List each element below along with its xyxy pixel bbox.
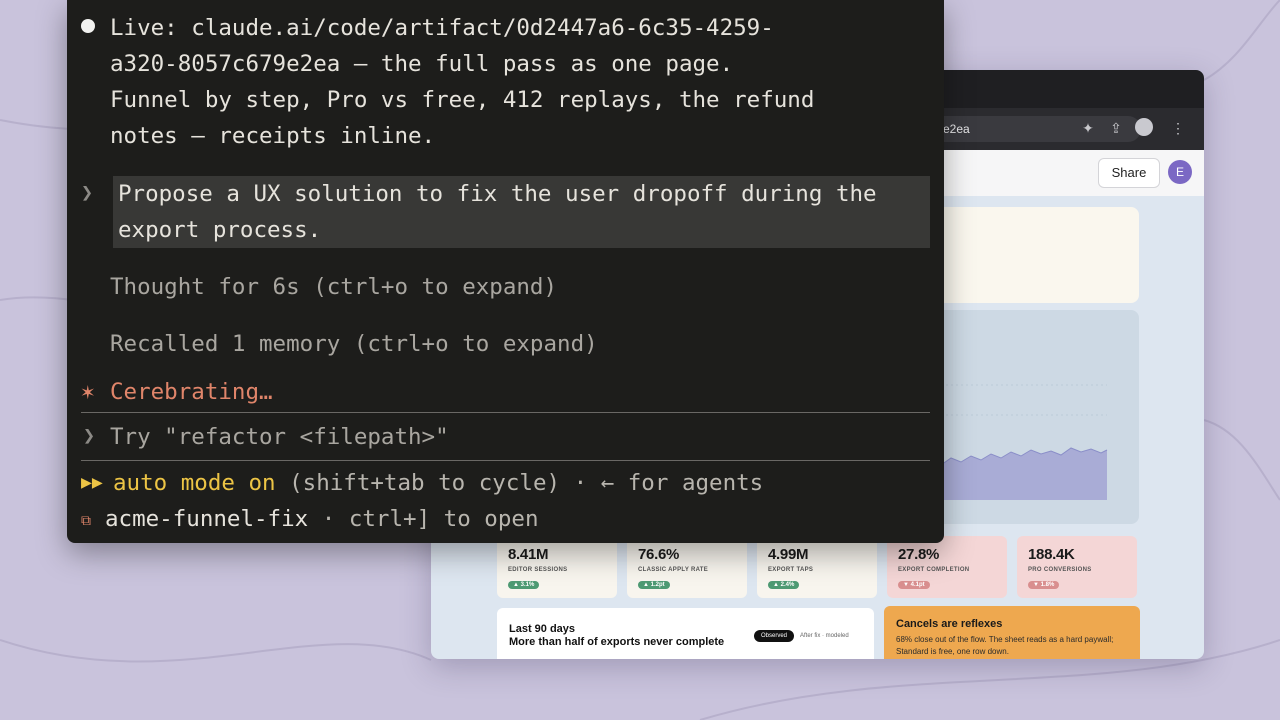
metric-card: 4.99M EXPORT TAPS ▲ 2.4% — [757, 536, 877, 598]
auto-mode-icon: ▶▶ — [81, 472, 103, 493]
memory-status[interactable]: Recalled 1 memory (ctrl+o to expand) — [110, 326, 598, 362]
share-page-icon[interactable]: ⇪ — [1106, 118, 1126, 138]
input-chevron-icon: ❯ — [83, 423, 96, 447]
metrics-row: 8.41M EDITOR SESSIONS ▲ 3.1% 76.6% CLASS… — [497, 536, 1139, 598]
extensions-icon[interactable]: ✦ — [1078, 118, 1098, 138]
metric-card: 27.8% EXPORT COMPLETION ▼ 4.1pt — [887, 536, 1007, 598]
metric-delta-badge: ▲ 2.4% — [768, 581, 800, 589]
insight-title: Cancels are reflexes — [896, 618, 1003, 630]
summary-line-2: notes — receipts inline. — [110, 123, 436, 149]
insight-card: Cancels are reflexes 68% close out of th… — [884, 606, 1140, 659]
session-hint: · ctrl+] to open — [308, 506, 539, 532]
prompt-chevron-icon: ❯ — [81, 180, 94, 204]
mode-line[interactable]: auto mode on (shift+tab to cycle) · ← fo… — [113, 465, 763, 501]
session-name: acme-funnel-fix — [105, 506, 309, 532]
auto-mode-label: auto mode on — [113, 470, 276, 496]
observed-toggle[interactable]: Observed — [754, 630, 795, 642]
metric-value: 188.4K — [1028, 546, 1075, 563]
metric-value: 27.8% — [898, 546, 940, 563]
bullet-icon — [81, 19, 95, 33]
summary-card — [931, 207, 1139, 303]
browser-menu-icon[interactable]: ⋮ — [1168, 118, 1188, 138]
input-bottom-divider — [81, 460, 930, 461]
terminal-window: Live: claude.ai/code/artifact/0d2447a6-6… — [67, 0, 944, 543]
metric-label: EDITOR SESSIONS — [508, 567, 568, 573]
session-window-icon: ⧉ — [81, 513, 91, 529]
metric-card: 188.4K PRO CONVERSIONS ▼ 1.8% — [1017, 536, 1137, 598]
avatar[interactable]: E — [1168, 160, 1192, 184]
summary-line-1: Funnel by step, Pro vs free, 412 replays… — [110, 87, 815, 113]
user-prompt-line-1: Propose a UX solution to fix the user dr… — [118, 181, 877, 207]
prompt-input[interactable]: Try "refactor <filepath>" — [110, 419, 449, 455]
after-fix-toggle[interactable]: After fix · modeled — [793, 630, 856, 642]
share-button[interactable]: Share — [1098, 158, 1160, 188]
metric-label: EXPORT TAPS — [768, 567, 814, 573]
live-link-line-2: a320-8057c679e2ea — the full pass as one… — [110, 51, 734, 77]
last-90-days-card: Last 90 days More than half of exports n… — [497, 608, 874, 659]
user-prompt-line-2: export process. — [118, 217, 322, 243]
metric-card: 76.6% CLASSIC APPLY RATE ▲ 1.2pt — [627, 536, 747, 598]
mode-hint: (shift+tab to cycle) · ← for agents — [275, 470, 764, 496]
metric-delta-badge: ▼ 1.8% — [1028, 581, 1060, 589]
metric-label: CLASSIC APPLY RATE — [638, 567, 709, 573]
profile-icon[interactable] — [1134, 118, 1154, 138]
trend-chart-card — [931, 310, 1139, 524]
trend-area-chart — [931, 384, 1108, 500]
metric-value: 8.41M — [508, 546, 549, 563]
insight-text-1: 68% close out of the flow. The sheet rea… — [896, 635, 1114, 644]
url-text: e2ea — [943, 122, 970, 136]
spinner-star-icon: ✶ — [81, 379, 95, 405]
metric-value: 4.99M — [768, 546, 809, 563]
metric-delta-badge: ▼ 4.1pt — [898, 581, 930, 589]
metric-value: 76.6% — [638, 546, 680, 563]
live-link-line-1[interactable]: Live: claude.ai/code/artifact/0d2447a6-6… — [110, 10, 774, 46]
metric-label: EXPORT COMPLETION — [898, 567, 970, 573]
working-status: Cerebrating… — [110, 379, 273, 405]
metric-delta-badge: ▲ 3.1% — [508, 581, 540, 589]
metric-delta-badge: ▲ 1.2pt — [638, 581, 670, 589]
input-top-divider — [81, 412, 930, 413]
session-line[interactable]: acme-funnel-fix · ctrl+] to open — [105, 501, 539, 537]
insight-text-2: Standard is free, one row down. — [896, 647, 1009, 656]
metric-card: 8.41M EDITOR SESSIONS ▲ 3.1% — [497, 536, 617, 598]
metric-label: PRO CONVERSIONS — [1028, 567, 1092, 573]
thought-status[interactable]: Thought for 6s (ctrl+o to expand) — [110, 269, 557, 305]
